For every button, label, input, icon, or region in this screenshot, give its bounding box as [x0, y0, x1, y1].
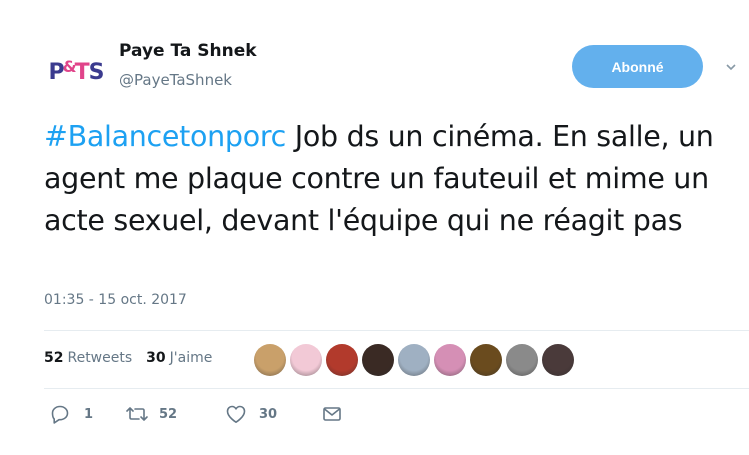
like-count: 30 — [259, 406, 278, 422]
direct-message-button[interactable] — [322, 405, 342, 423]
liker-avatar[interactable] — [470, 344, 502, 376]
avatar-letter: T — [74, 59, 90, 85]
author-avatar[interactable]: P & T S — [44, 40, 108, 104]
divider — [44, 388, 749, 389]
retweet-count: 52 — [159, 406, 178, 422]
liker-avatar[interactable] — [362, 344, 394, 376]
liker-avatar[interactable] — [398, 344, 430, 376]
like-button[interactable]: 30 — [225, 404, 322, 424]
avatar-letter: P — [48, 59, 65, 85]
likes-stat[interactable]: 30 J'aime — [146, 350, 212, 366]
tweet-actions: 1 52 30 — [50, 404, 342, 424]
retweet-icon — [126, 407, 148, 421]
liker-avatars — [254, 344, 574, 376]
author-display-name[interactable]: Paye Ta Shnek — [119, 41, 257, 61]
tweet-stats: 52 Retweets 30 J'aime — [44, 350, 212, 366]
tweet-timestamp[interactable]: 01:35 - 15 oct. 2017 — [44, 292, 187, 308]
avatar-letter: & — [62, 56, 77, 76]
author-handle[interactable]: @PayeTaShnek — [119, 71, 232, 89]
divider — [44, 330, 749, 331]
envelope-icon — [323, 407, 341, 421]
retweets-label: Retweets — [67, 350, 133, 366]
chevron-down-icon[interactable] — [726, 62, 736, 72]
liker-avatar[interactable] — [542, 344, 574, 376]
heart-icon — [226, 405, 246, 423]
liker-avatar[interactable] — [506, 344, 538, 376]
reply-count: 1 — [84, 406, 94, 422]
retweets-count: 52 — [44, 350, 64, 366]
likes-label: J'aime — [169, 350, 213, 366]
liker-avatar[interactable] — [326, 344, 358, 376]
hashtag-link[interactable]: #Balancetonporc — [44, 120, 286, 153]
reply-icon — [51, 405, 69, 424]
liker-avatar[interactable] — [434, 344, 466, 376]
reply-button[interactable]: 1 — [50, 404, 125, 424]
liker-avatar[interactable] — [254, 344, 286, 376]
avatar-letter: S — [88, 59, 105, 85]
tweet-text: #Balancetonporc Job ds un cinéma. En sal… — [44, 116, 734, 242]
likes-count: 30 — [146, 350, 166, 366]
retweets-stat[interactable]: 52 Retweets — [44, 350, 132, 366]
following-button[interactable]: Abonné — [572, 45, 703, 88]
liker-avatar[interactable] — [290, 344, 322, 376]
retweet-button[interactable]: 52 — [125, 404, 225, 424]
